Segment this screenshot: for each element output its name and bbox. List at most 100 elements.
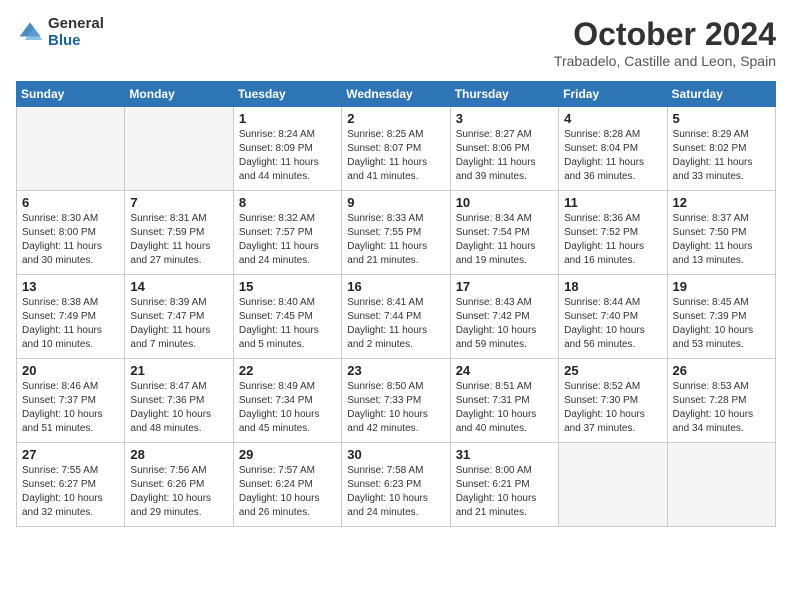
logo: General Blue bbox=[16, 16, 104, 49]
day-detail: Sunrise: 8:44 AMSunset: 7:40 PMDaylight:… bbox=[564, 296, 661, 352]
day-number: 4 bbox=[564, 111, 661, 126]
calendar-cell: 11 Sunrise: 8:36 AMSunset: 7:52 PMDayligh… bbox=[559, 191, 667, 275]
calendar-cell: 26 Sunrise: 8:53 AMSunset: 7:28 PMDayligh… bbox=[667, 359, 775, 443]
calendar-cell: 7 Sunrise: 8:31 AMSunset: 7:59 PMDaylight… bbox=[125, 191, 233, 275]
day-detail: Sunrise: 8:47 AMSunset: 7:36 PMDaylight:… bbox=[130, 380, 227, 436]
calendar-cell: 14 Sunrise: 8:39 AMSunset: 7:47 PMDayligh… bbox=[125, 275, 233, 359]
month-title: October 2024 bbox=[554, 16, 776, 53]
day-header-friday: Friday bbox=[559, 82, 667, 107]
calendar-cell: 12 Sunrise: 8:37 AMSunset: 7:50 PMDayligh… bbox=[667, 191, 775, 275]
calendar-cell: 1Sunrise: 8:24 AMSunset: 8:09 PMDaylight… bbox=[233, 107, 341, 191]
day-number: 18 bbox=[564, 279, 661, 294]
day-number: 9 bbox=[347, 195, 444, 210]
day-number: 25 bbox=[564, 363, 661, 378]
day-detail: Sunrise: 7:57 AMSunset: 6:24 PMDaylight:… bbox=[239, 464, 336, 520]
day-detail: Sunrise: 8:39 AMSunset: 7:47 PMDaylight:… bbox=[130, 296, 227, 352]
day-detail: Sunrise: 8:53 AMSunset: 7:28 PMDaylight:… bbox=[673, 380, 770, 436]
day-detail: Sunrise: 8:28 AMSunset: 8:04 PMDaylight:… bbox=[564, 128, 661, 184]
calendar-cell: 16 Sunrise: 8:41 AMSunset: 7:44 PMDayligh… bbox=[342, 275, 450, 359]
calendar-cell: 25Sunrise: 8:52 AMSunset: 7:30 PMDayligh… bbox=[559, 359, 667, 443]
calendar-cell bbox=[667, 443, 775, 527]
calendar-cell: 29 Sunrise: 7:57 AMSunset: 6:24 PMDayligh… bbox=[233, 443, 341, 527]
day-detail: Sunrise: 7:56 AMSunset: 6:26 PMDaylight:… bbox=[130, 464, 227, 520]
day-number: 2 bbox=[347, 111, 444, 126]
day-number: 3 bbox=[456, 111, 553, 126]
day-number: 7 bbox=[130, 195, 227, 210]
calendar-cell: 15 Sunrise: 8:40 AMSunset: 7:45 PMDayligh… bbox=[233, 275, 341, 359]
calendar-cell: 5Sunrise: 8:29 AMSunset: 8:02 PMDaylight… bbox=[667, 107, 775, 191]
day-number: 11 bbox=[564, 195, 661, 210]
day-number: 29 bbox=[239, 447, 336, 462]
day-number: 26 bbox=[673, 363, 770, 378]
day-detail: Sunrise: 8:45 AMSunset: 7:39 PMDaylight:… bbox=[673, 296, 770, 352]
day-detail: Sunrise: 8:46 AMSunset: 7:37 PMDaylight:… bbox=[22, 380, 119, 436]
day-number: 13 bbox=[22, 279, 119, 294]
day-detail: Sunrise: 8:38 AMSunset: 7:49 PMDaylight:… bbox=[22, 296, 119, 352]
day-detail: Sunrise: 8:25 AMSunset: 8:07 PMDaylight:… bbox=[347, 128, 444, 184]
day-header-sunday: Sunday bbox=[17, 82, 125, 107]
logo-blue-text: Blue bbox=[48, 33, 104, 50]
calendar-cell: 28 Sunrise: 7:56 AMSunset: 6:26 PMDayligh… bbox=[125, 443, 233, 527]
day-number: 19 bbox=[673, 279, 770, 294]
day-detail: Sunrise: 8:33 AMSunset: 7:55 PMDaylight:… bbox=[347, 212, 444, 268]
calendar-table: SundayMondayTuesdayWednesdayThursdayFrid… bbox=[16, 81, 776, 527]
day-header-wednesday: Wednesday bbox=[342, 82, 450, 107]
day-detail: Sunrise: 8:31 AMSunset: 7:59 PMDaylight:… bbox=[130, 212, 227, 268]
day-number: 12 bbox=[673, 195, 770, 210]
day-number: 14 bbox=[130, 279, 227, 294]
day-header-thursday: Thursday bbox=[450, 82, 558, 107]
day-number: 31 bbox=[456, 447, 553, 462]
day-number: 15 bbox=[239, 279, 336, 294]
calendar-week-row: 27 Sunrise: 7:55 AMSunset: 6:27 PMDayligh… bbox=[17, 443, 776, 527]
calendar-cell bbox=[17, 107, 125, 191]
calendar-cell: 30Sunrise: 7:58 AMSunset: 6:23 PMDayligh… bbox=[342, 443, 450, 527]
calendar-cell: 10 Sunrise: 8:34 AMSunset: 7:54 PMDayligh… bbox=[450, 191, 558, 275]
day-number: 28 bbox=[130, 447, 227, 462]
calendar-cell: 23Sunrise: 8:50 AMSunset: 7:33 PMDayligh… bbox=[342, 359, 450, 443]
day-number: 17 bbox=[456, 279, 553, 294]
day-number: 20 bbox=[22, 363, 119, 378]
calendar-cell: 19 Sunrise: 8:45 AMSunset: 7:39 PMDayligh… bbox=[667, 275, 775, 359]
calendar-cell: 4 Sunrise: 8:28 AMSunset: 8:04 PMDaylight… bbox=[559, 107, 667, 191]
day-detail: Sunrise: 7:55 AMSunset: 6:27 PMDaylight:… bbox=[22, 464, 119, 520]
day-detail: Sunrise: 8:00 AMSunset: 6:21 PMDaylight:… bbox=[456, 464, 553, 520]
calendar-week-row: 20 Sunrise: 8:46 AMSunset: 7:37 PMDayligh… bbox=[17, 359, 776, 443]
title-block: October 2024 Trabadelo, Castille and Leo… bbox=[554, 16, 776, 69]
day-detail: Sunrise: 8:36 AMSunset: 7:52 PMDaylight:… bbox=[564, 212, 661, 268]
calendar-header-row: SundayMondayTuesdayWednesdayThursdayFrid… bbox=[17, 82, 776, 107]
calendar-cell: 13 Sunrise: 8:38 AMSunset: 7:49 PMDayligh… bbox=[17, 275, 125, 359]
day-detail: Sunrise: 8:32 AMSunset: 7:57 PMDaylight:… bbox=[239, 212, 336, 268]
calendar-cell bbox=[125, 107, 233, 191]
logo-general-text: General bbox=[48, 16, 104, 33]
calendar-cell: 3Sunrise: 8:27 AMSunset: 8:06 PMDaylight… bbox=[450, 107, 558, 191]
day-detail: Sunrise: 8:49 AMSunset: 7:34 PMDaylight:… bbox=[239, 380, 336, 436]
day-detail: Sunrise: 8:37 AMSunset: 7:50 PMDaylight:… bbox=[673, 212, 770, 268]
calendar-cell: 24Sunrise: 8:51 AMSunset: 7:31 PMDayligh… bbox=[450, 359, 558, 443]
calendar-week-row: 1Sunrise: 8:24 AMSunset: 8:09 PMDaylight… bbox=[17, 107, 776, 191]
day-detail: Sunrise: 8:34 AMSunset: 7:54 PMDaylight:… bbox=[456, 212, 553, 268]
calendar-week-row: 6Sunrise: 8:30 AMSunset: 8:00 PMDaylight… bbox=[17, 191, 776, 275]
day-header-tuesday: Tuesday bbox=[233, 82, 341, 107]
day-number: 16 bbox=[347, 279, 444, 294]
day-detail: Sunrise: 7:58 AMSunset: 6:23 PMDaylight:… bbox=[347, 464, 444, 520]
day-number: 8 bbox=[239, 195, 336, 210]
calendar-cell: 31 Sunrise: 8:00 AMSunset: 6:21 PMDayligh… bbox=[450, 443, 558, 527]
day-header-monday: Monday bbox=[125, 82, 233, 107]
day-detail: Sunrise: 8:24 AMSunset: 8:09 PMDaylight:… bbox=[239, 128, 336, 184]
calendar-cell: 17Sunrise: 8:43 AMSunset: 7:42 PMDayligh… bbox=[450, 275, 558, 359]
day-detail: Sunrise: 8:41 AMSunset: 7:44 PMDaylight:… bbox=[347, 296, 444, 352]
calendar-cell: 22Sunrise: 8:49 AMSunset: 7:34 PMDayligh… bbox=[233, 359, 341, 443]
day-number: 10 bbox=[456, 195, 553, 210]
calendar-week-row: 13 Sunrise: 8:38 AMSunset: 7:49 PMDayligh… bbox=[17, 275, 776, 359]
day-detail: Sunrise: 8:30 AMSunset: 8:00 PMDaylight:… bbox=[22, 212, 119, 268]
calendar-cell: 6Sunrise: 8:30 AMSunset: 8:00 PMDaylight… bbox=[17, 191, 125, 275]
day-detail: Sunrise: 8:40 AMSunset: 7:45 PMDaylight:… bbox=[239, 296, 336, 352]
day-detail: Sunrise: 8:29 AMSunset: 8:02 PMDaylight:… bbox=[673, 128, 770, 184]
calendar-cell: 20 Sunrise: 8:46 AMSunset: 7:37 PMDayligh… bbox=[17, 359, 125, 443]
calendar-cell: 9 Sunrise: 8:33 AMSunset: 7:55 PMDaylight… bbox=[342, 191, 450, 275]
calendar-cell: 18 Sunrise: 8:44 AMSunset: 7:40 PMDayligh… bbox=[559, 275, 667, 359]
day-number: 27 bbox=[22, 447, 119, 462]
day-number: 24 bbox=[456, 363, 553, 378]
location-title: Trabadelo, Castille and Leon, Spain bbox=[554, 53, 776, 69]
logo-icon bbox=[16, 19, 44, 47]
